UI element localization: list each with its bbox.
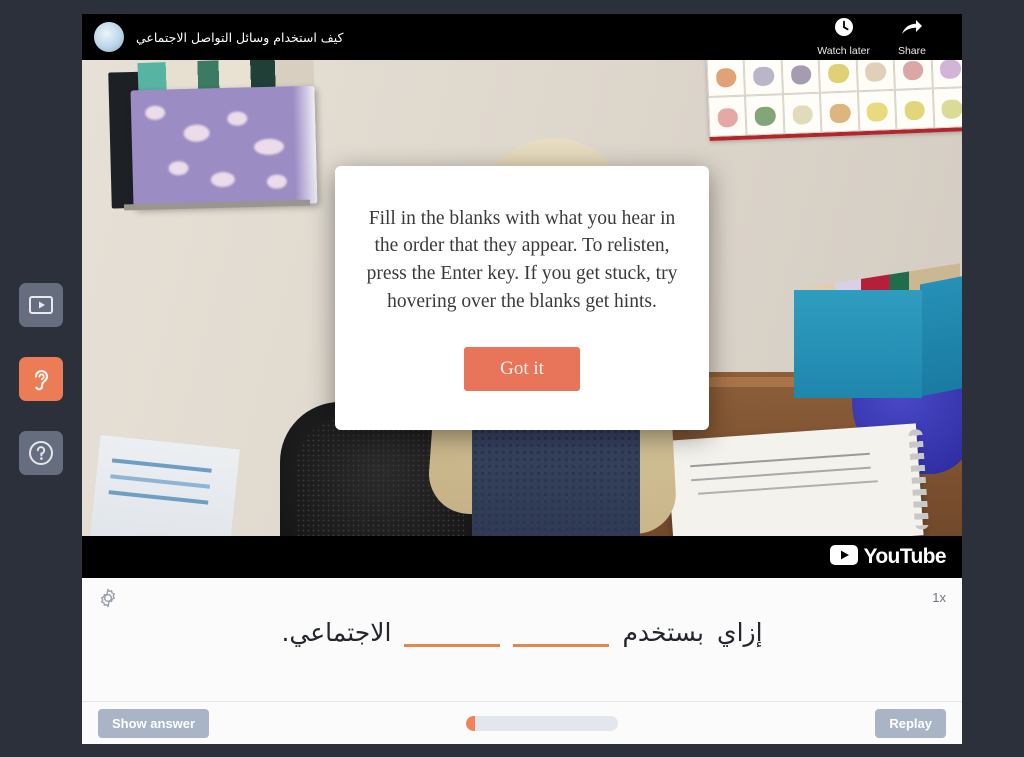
video-title[interactable]: كيف استخدام وسائل التواصل الاجتماعي: [136, 30, 343, 45]
got-it-button[interactable]: Got it: [464, 347, 580, 392]
left-sidebar: [0, 0, 82, 757]
spiral-notebook: [666, 423, 930, 553]
youtube-logo[interactable]: YouTube: [830, 544, 947, 570]
transcript-word: إزاي: [717, 618, 763, 647]
youtube-wordmark: YouTube: [863, 545, 946, 568]
share-button[interactable]: Share: [898, 17, 926, 57]
playback-speed[interactable]: 1x: [932, 590, 946, 605]
exercise-player: كيف استخدام وسائل التواصل الاجتماعي Watc…: [82, 14, 962, 744]
question-mark-icon: [28, 440, 54, 466]
gear-icon: [98, 588, 118, 613]
progress-bar[interactable]: [466, 715, 619, 731]
instructions-text: Fill in the blanks with what you hear in…: [366, 207, 678, 312]
video-icon: [29, 295, 53, 314]
transcript-blank-input[interactable]: [404, 619, 501, 647]
video-area[interactable]: كيف استخدام وسائل التواصل الاجتماعي Watc…: [82, 14, 962, 578]
replay-button[interactable]: Replay: [875, 708, 946, 738]
settings-button[interactable]: [95, 587, 121, 613]
controls-bar: Show answer Replay: [82, 702, 962, 744]
share-arrow-icon: [901, 17, 923, 42]
clock-icon: [834, 17, 854, 42]
watch-later-button[interactable]: Watch later: [817, 17, 870, 57]
sidebar-item-listening-mode[interactable]: [19, 356, 63, 401]
channel-avatar-icon[interactable]: [94, 22, 124, 52]
transcript-word: بستخدم: [622, 618, 704, 647]
progress-bar-fill: [466, 715, 476, 731]
ear-icon: [30, 366, 52, 392]
watch-later-label: Watch later: [817, 45, 870, 57]
youtube-top-bar: كيف استخدام وسائل التواصل الاجتماعي Watc…: [82, 14, 962, 60]
transcript-blank-input[interactable]: [513, 619, 610, 647]
youtube-play-icon: [830, 544, 859, 570]
arabic-alphabet-poster: [706, 54, 962, 141]
sidebar-item-help[interactable]: [19, 430, 63, 475]
wall-file-organizer: [108, 56, 320, 214]
show-answer-button[interactable]: Show answer: [98, 708, 210, 738]
blue-file-box: [794, 263, 962, 398]
transcript-word: الاجتماعي.: [281, 618, 392, 647]
transcript-sentence: إزاي بستخدم الاجتماعي.: [82, 618, 962, 647]
sidebar-item-video-mode[interactable]: [19, 282, 63, 327]
youtube-actions: Watch later Share: [817, 17, 950, 57]
share-label: Share: [897, 45, 926, 57]
transcript-panel: 1x إزاي بستخدم الاجتماعي.: [82, 578, 962, 702]
youtube-bottom-bar: YouTube: [82, 536, 962, 578]
instructions-modal: Fill in the blanks with what you hear in…: [335, 166, 709, 430]
